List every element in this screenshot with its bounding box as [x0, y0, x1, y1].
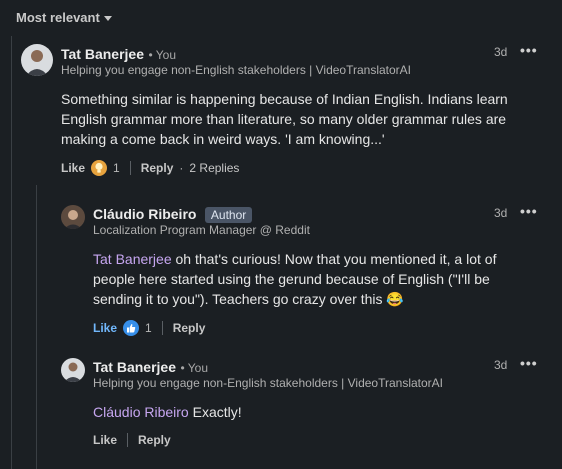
mention-link[interactable]: Tat Banerjee: [93, 251, 172, 267]
avatar[interactable]: [21, 44, 53, 76]
comment-actions: Like 1 Reply: [93, 320, 205, 336]
reply-thread-line: [36, 185, 37, 469]
like-reaction-icon[interactable]: [123, 320, 140, 336]
comment-actions: Like Reply: [93, 433, 171, 447]
commenter-name[interactable]: Tat Banerjee: [61, 46, 144, 62]
like-button[interactable]: Like: [93, 433, 117, 447]
like-button[interactable]: Like: [61, 161, 85, 175]
reaction-count[interactable]: 1: [113, 161, 120, 175]
author-badge: Author: [204, 207, 253, 223]
more-options-icon[interactable]: •••: [520, 355, 538, 371]
you-label: • You: [148, 48, 177, 62]
comment-header: Tat Banerjee • You: [61, 46, 176, 64]
comment-actions: Like 1 Reply · 2 Replies: [61, 160, 239, 176]
reaction-count[interactable]: 1: [145, 321, 152, 335]
sort-label: Most relevant: [16, 10, 100, 25]
sort-dropdown[interactable]: Most relevant: [16, 10, 112, 25]
replies-count-link[interactable]: 2 Replies: [189, 161, 239, 175]
commenter-name[interactable]: Cláudio Ribeiro: [93, 206, 196, 222]
comment-text: Tat Banerjee oh that's curious! Now that…: [93, 249, 533, 309]
divider: [129, 161, 131, 175]
reply-button[interactable]: Reply: [173, 321, 206, 335]
avatar[interactable]: [61, 205, 85, 229]
chevron-down-icon: [103, 15, 112, 21]
like-button[interactable]: Like: [93, 321, 117, 335]
comment-time: 3d: [494, 358, 508, 372]
reply-button[interactable]: Reply: [141, 161, 174, 175]
commenter-name[interactable]: Tat Banerjee: [93, 359, 176, 375]
more-options-icon[interactable]: •••: [520, 42, 538, 58]
commenter-headline: Helping you engage non-English stakehold…: [93, 376, 444, 390]
divider: [161, 321, 163, 335]
comment-text: Something similar is happening because o…: [61, 91, 508, 147]
reply-button[interactable]: Reply: [138, 433, 171, 447]
comment-time: 3d: [494, 206, 508, 220]
comment-text-body: Exactly!: [188, 404, 242, 420]
comment-time: 3d: [494, 45, 508, 59]
insightful-reaction-icon[interactable]: [91, 160, 108, 176]
separator-dot: ·: [179, 161, 184, 175]
divider: [127, 433, 129, 447]
commenter-headline: Helping you engage non-English stakehold…: [61, 63, 412, 77]
avatar[interactable]: [61, 358, 85, 382]
reply-header: Tat Banerjee • You: [93, 359, 208, 377]
you-label: • You: [180, 361, 209, 375]
comment-text: Cláudio Ribeiro Exactly!: [93, 402, 533, 422]
mention-link[interactable]: Cláudio Ribeiro: [93, 404, 189, 420]
more-options-icon[interactable]: •••: [520, 203, 538, 219]
thread-line: [11, 36, 12, 469]
commenter-headline: Localization Program Manager @ Reddit: [93, 223, 310, 237]
reply-header: Cláudio Ribeiro Author: [93, 206, 253, 224]
